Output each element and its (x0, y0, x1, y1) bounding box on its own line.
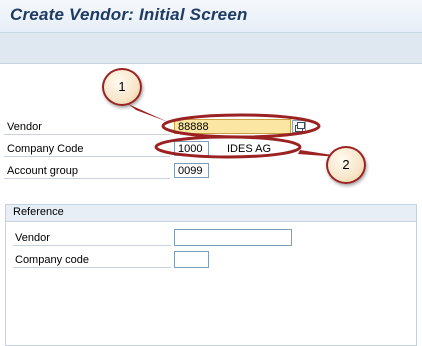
reference-company-code-label-underline (13, 267, 171, 268)
account-group-input[interactable]: 0099 (174, 163, 209, 178)
callout-1-badge: 1 (102, 68, 142, 106)
application-toolbar (0, 33, 422, 64)
reference-group-header: Reference (6, 205, 416, 222)
reference-vendor-label-underline (13, 245, 171, 246)
vendor-input[interactable]: 88888 (174, 119, 291, 134)
vendor-label-underline (4, 134, 170, 135)
company-code-input[interactable]: 1000 (174, 141, 209, 156)
account-group-label-underline (4, 178, 170, 179)
company-code-description: IDES AG (227, 143, 272, 155)
window-title: Create Vendor: Initial Screen (10, 5, 248, 24)
account-group-label: Account group (7, 165, 78, 177)
reference-group-title: Reference (13, 206, 64, 218)
title-bar: Create Vendor: Initial Screen (0, 0, 422, 33)
reference-vendor-label: Vendor (15, 232, 50, 244)
company-code-label-underline (4, 156, 170, 157)
company-code-label: Company Code (7, 143, 84, 155)
callout-2-badge: 2 (326, 146, 366, 184)
reference-group: Reference Vendor Company code (5, 204, 417, 346)
value-help-icon-back (297, 122, 305, 129)
reference-company-code-label: Company code (15, 254, 89, 266)
reference-vendor-input[interactable] (174, 229, 292, 246)
reference-company-code-input[interactable] (174, 251, 209, 268)
vendor-label: Vendor (7, 121, 42, 133)
vendor-value-help-button[interactable] (292, 120, 306, 133)
